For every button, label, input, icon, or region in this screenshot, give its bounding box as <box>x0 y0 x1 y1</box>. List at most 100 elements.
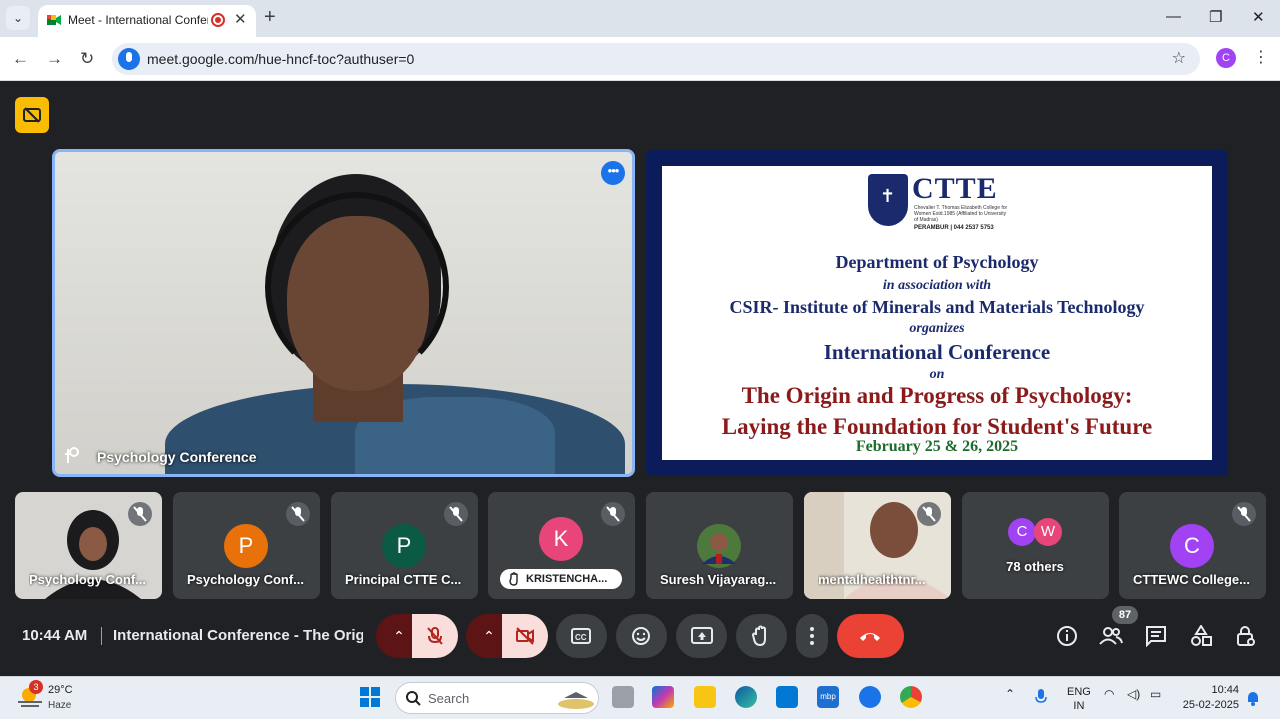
emoji-icon <box>632 627 650 645</box>
more-options-button[interactable] <box>796 614 828 658</box>
participant-name: Principal CTTE C... <box>345 572 462 587</box>
svg-text:CC: CC <box>575 633 587 642</box>
microsoft-store-icon[interactable] <box>776 686 798 708</box>
participant-tile[interactable]: P Principal CTTE C... <box>331 492 478 599</box>
edge-browser-icon[interactable] <box>735 686 757 708</box>
minimize-icon[interactable]: — <box>1166 8 1181 25</box>
logo-text: CTTE <box>912 172 998 205</box>
participant-tile[interactable]: P Psychology Conf... <box>173 492 320 599</box>
presentation-tile[interactable]: CTTE Chevalier T. Thomas Elizabeth Colle… <box>646 150 1228 476</box>
help-icon[interactable] <box>859 686 881 708</box>
window-close-icon[interactable]: ✕ <box>1252 8 1265 26</box>
captions-icon: CC <box>571 628 591 644</box>
chrome-icon[interactable] <box>900 686 922 708</box>
browser-menu-icon[interactable]: ⋮ <box>1253 47 1269 67</box>
participant-tile[interactable]: mentalhealthtnr... <box>804 492 951 599</box>
meeting-info-icon[interactable] <box>1056 625 1078 647</box>
captions-button[interactable]: CC <box>556 614 607 658</box>
participant-tile[interactable]: Suresh Vijayarag... <box>646 492 793 599</box>
mobile-app-icon[interactable]: mbp <box>817 686 839 708</box>
slide-department: Department of Psychology <box>835 252 1039 272</box>
taskbar-search-box[interactable]: Search <box>395 682 599 714</box>
hand-raised-icon <box>509 572 518 586</box>
language-indicator[interactable]: ENG IN <box>1067 685 1091 713</box>
mic-permission-icon[interactable] <box>118 48 140 70</box>
search-highlight-icon <box>558 692 594 709</box>
bookmark-star-icon[interactable]: ☆ <box>1172 48 1186 68</box>
mic-off-icon <box>1237 506 1251 522</box>
participant-tile[interactable]: K KRISTENCHA... <box>488 492 635 599</box>
restore-icon[interactable]: ❐ <box>1209 8 1222 26</box>
browser-tab-meet[interactable]: Meet - International Conference ✕ <box>38 5 256 37</box>
profile-avatar[interactable]: C <box>1216 48 1236 68</box>
slide-title-line1: The Origin and Progress of Psychology: <box>741 383 1133 408</box>
recording-icon <box>211 13 225 27</box>
forward-icon[interactable]: → <box>46 49 63 69</box>
leave-call-button[interactable] <box>837 614 904 658</box>
slide-title-line2: Laying the Foundation for Student's Futu… <box>721 414 1153 439</box>
tab-close-icon[interactable]: ✕ <box>234 10 247 28</box>
mic-toggle-button[interactable] <box>412 614 458 658</box>
muted-indicator <box>601 502 625 526</box>
participant-tile[interactable]: Psychology Conf... <box>15 492 162 599</box>
windows-start-icon[interactable] <box>359 686 381 708</box>
reload-icon[interactable]: ↻ <box>80 49 94 69</box>
weather-alert-badge: 3 <box>29 680 43 694</box>
people-icon[interactable] <box>1099 625 1123 647</box>
participant-name: Psychology Conf... <box>29 572 147 587</box>
tray-overflow-icon[interactable]: ⌃ <box>1005 687 1015 701</box>
ctte-logo: CTTE Chevalier T. Thomas Elizabeth Colle… <box>868 172 1008 231</box>
system-clock[interactable]: 10:44 25-02-2025 <box>1181 683 1239 713</box>
participant-tile[interactable]: C CTTEWC College... <box>1119 492 1266 599</box>
slide-on: on <box>929 367 945 382</box>
muted-indicator <box>286 502 310 526</box>
file-explorer-icon[interactable] <box>694 686 716 708</box>
participant-name-pill: KRISTENCHA... <box>500 569 622 589</box>
weather-temperature: 29°C <box>48 684 73 696</box>
back-icon[interactable]: ← <box>12 49 29 69</box>
mic-off-icon <box>922 506 936 522</box>
url-field[interactable]: meet.google.com/hue-hncf-toc?authuser=0 … <box>112 43 1200 75</box>
chat-icon[interactable] <box>1145 625 1167 647</box>
pin-icon <box>65 447 79 463</box>
meeting-title[interactable]: International Conference - The Origin an… <box>113 627 363 644</box>
meeting-clock: 10:44 AM <box>22 627 88 644</box>
slide-organizes: organizes <box>909 321 965 336</box>
others-avatar: W <box>1034 518 1062 546</box>
muted-indicator <box>128 502 152 526</box>
captions-off-badge-icon[interactable] <box>15 97 49 133</box>
participant-avatar: C <box>1170 524 1214 568</box>
muted-indicator <box>917 502 941 526</box>
raise-hand-button[interactable] <box>736 614 787 658</box>
participant-name: mentalhealthtnr... <box>818 572 926 587</box>
slide-association: in association with <box>882 278 992 293</box>
url-text: meet.google.com/hue-hncf-toc?authuser=0 <box>147 51 415 67</box>
volume-icon[interactable]: ◁) <box>1127 687 1140 701</box>
others-avatar: C <box>1008 518 1036 546</box>
hand-icon <box>751 625 766 647</box>
camera-toggle-button[interactable] <box>502 614 548 658</box>
tile-more-options-button[interactable]: ••• <box>601 161 625 185</box>
main-tile-name: Psychology Conference <box>97 449 257 465</box>
logo-location: PERAMBUR | 044 2537 5753 <box>914 225 994 231</box>
participant-name: CTTEWC College... <box>1133 572 1250 587</box>
activities-icon[interactable] <box>1190 625 1212 647</box>
participant-avatar: P <box>224 524 268 568</box>
host-controls-lock-icon[interactable] <box>1236 625 1256 647</box>
reactions-button[interactable] <box>616 614 667 658</box>
muted-indicator <box>1232 502 1256 526</box>
notification-bell-icon[interactable] <box>1246 690 1260 706</box>
new-tab-icon[interactable]: + <box>264 6 276 29</box>
copilot-icon[interactable] <box>652 686 674 708</box>
tray-mic-icon[interactable] <box>1035 688 1047 706</box>
muted-indicator <box>444 502 468 526</box>
participant-name: Suresh Vijayarag... <box>660 572 777 587</box>
present-button[interactable] <box>676 614 727 658</box>
main-speaker-tile[interactable]: ••• Psychology Conference <box>52 149 635 477</box>
wifi-icon[interactable]: ◠ <box>1104 687 1114 701</box>
others-count: 78 others <box>1006 559 1064 574</box>
tab-search-dropdown-icon[interactable]: ⌄ <box>6 6 30 30</box>
task-view-icon[interactable] <box>612 686 634 708</box>
battery-icon[interactable]: ▭ <box>1150 687 1161 701</box>
others-tile[interactable]: C W 78 others <box>962 492 1109 599</box>
